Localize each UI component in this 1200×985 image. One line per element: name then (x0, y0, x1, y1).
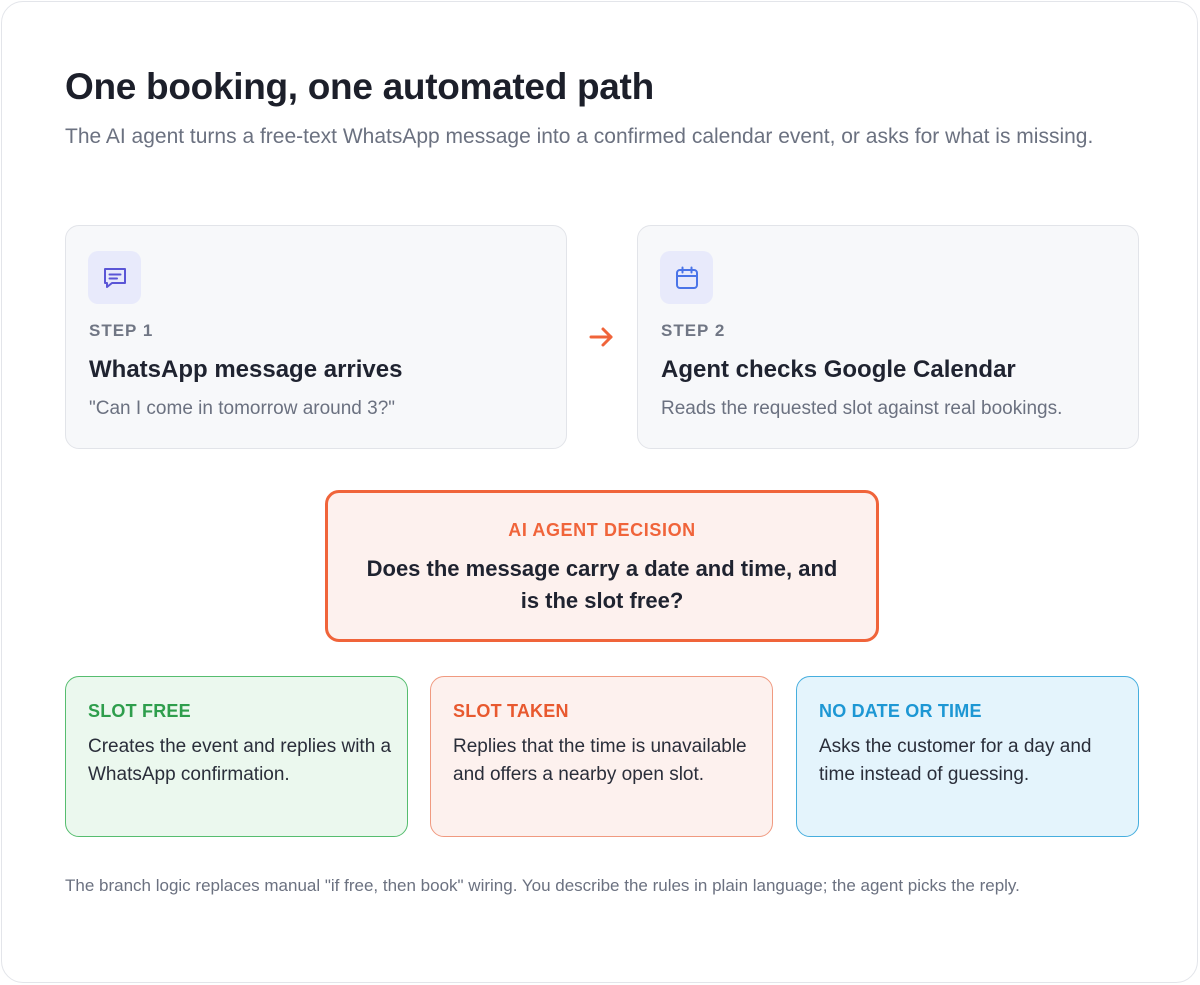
page-subtitle: The AI agent turns a free-text WhatsApp … (65, 125, 1094, 148)
step-card-whatsapp: STEP 1 WhatsApp message arrives "Can I c… (65, 225, 567, 449)
message-icon (88, 251, 141, 304)
branch-label: NO DATE OR TIME (819, 701, 982, 721)
calendar-icon (660, 251, 713, 304)
page-title: One booking, one automated path (65, 66, 654, 107)
step-title: Agent checks Google Calendar (661, 356, 1016, 383)
branch-label: SLOT TAKEN (453, 701, 569, 721)
decision-question: Does the message carry a date and time, … (366, 556, 838, 613)
diagram-panel: One booking, one automated path The AI a… (1, 1, 1198, 983)
step-description: Reads the requested slot against real bo… (661, 398, 1063, 419)
decision-label: AI AGENT DECISION (508, 520, 696, 540)
step-label: STEP 2 (661, 321, 726, 340)
branch-slot-free: SLOT FREE Creates the event and replies … (65, 676, 408, 837)
step-title: WhatsApp message arrives (89, 356, 403, 383)
branch-text: Replies that the time is unavailable and… (453, 736, 747, 785)
branch-text: Asks the customer for a day and time ins… (819, 736, 1092, 785)
step-description: "Can I come in tomorrow around 3?" (89, 398, 396, 419)
branch-slot-taken: SLOT TAKEN Replies that the time is unav… (430, 676, 773, 837)
branch-text: Creates the event and replies with a Wha… (88, 736, 392, 785)
step-label: STEP 1 (89, 321, 154, 340)
arrow-right-icon (589, 327, 613, 347)
branch-no-date-or-time: NO DATE OR TIME Asks the customer for a … (796, 676, 1139, 837)
branch-label: SLOT FREE (88, 701, 191, 721)
footnote: The branch logic replaces manual "if fre… (65, 876, 1020, 895)
decision-box: AI AGENT DECISION Does the message carry… (325, 490, 879, 642)
step-card-calendar: STEP 2 Agent checks Google Calendar Read… (637, 225, 1139, 449)
